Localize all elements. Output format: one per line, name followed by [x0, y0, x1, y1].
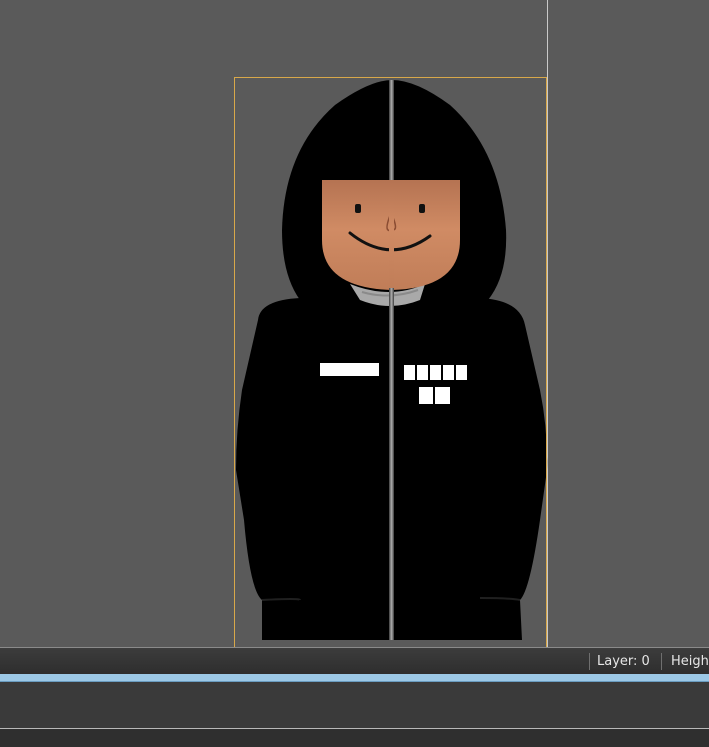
- bottom-panel: [0, 682, 709, 728]
- layer-indicator: Layer: 0: [597, 654, 650, 669]
- selection-bounding-box[interactable]: [234, 77, 547, 647]
- height-indicator: Heigh: [671, 654, 709, 669]
- status-separator: [589, 653, 590, 670]
- status-bar: Layer: 0 Heigh: [0, 647, 709, 674]
- bottom-toolbar: [0, 728, 709, 747]
- status-separator: [661, 653, 662, 670]
- 3d-viewport[interactable]: [0, 0, 709, 647]
- timeline-scrubber[interactable]: [0, 674, 709, 682]
